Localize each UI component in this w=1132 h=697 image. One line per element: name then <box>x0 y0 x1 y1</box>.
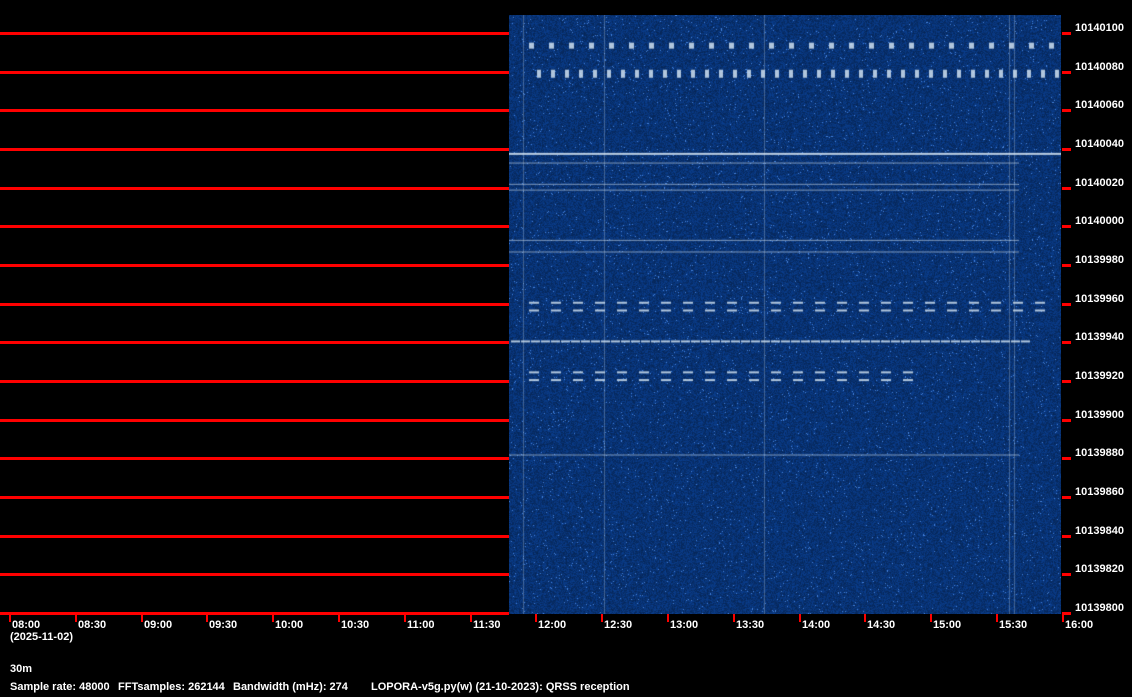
frequency-label: 10139920 <box>1075 370 1124 382</box>
frequency-label: 10140060 <box>1075 99 1124 111</box>
time-label: 09:30 <box>209 619 238 631</box>
frequency-gridline <box>0 264 509 267</box>
time-label: 15:00 <box>933 619 962 631</box>
time-label: 11:00 <box>407 619 435 631</box>
frequency-label: 10139800 <box>1075 602 1124 614</box>
time-tick <box>404 614 406 622</box>
frequency-label: 10139880 <box>1075 447 1124 459</box>
time-tick <box>864 614 866 622</box>
frequency-gridline <box>0 573 509 576</box>
time-tick <box>338 614 340 622</box>
time-tick <box>601 614 603 622</box>
date-label: (2025-11-02) <box>10 631 73 643</box>
time-label: 12:30 <box>604 619 633 631</box>
time-label: 11:30 <box>473 619 501 631</box>
frequency-label: 10139820 <box>1075 563 1124 575</box>
frequency-gridline <box>0 419 509 422</box>
frequency-label: 10139940 <box>1075 331 1124 343</box>
time-tick <box>272 614 274 622</box>
frequency-gridline <box>0 303 509 306</box>
time-tick <box>799 614 801 622</box>
time-label: 10:30 <box>341 619 370 631</box>
time-tick <box>996 614 998 622</box>
frequency-tick <box>1062 419 1071 422</box>
frequency-label: 10140000 <box>1075 215 1124 227</box>
time-label: 15:30 <box>999 619 1028 631</box>
frequency-tick <box>1062 148 1071 151</box>
frequency-tick <box>1062 109 1071 112</box>
time-label: 09:00 <box>144 619 173 631</box>
time-tick <box>733 614 735 622</box>
band-label: 30m <box>10 663 33 675</box>
time-tick <box>930 614 932 622</box>
frequency-tick <box>1062 573 1071 576</box>
time-tick <box>141 614 143 622</box>
time-tick <box>75 614 77 622</box>
time-label: 08:30 <box>78 619 107 631</box>
frequency-label: 10140080 <box>1075 61 1124 73</box>
frequency-gridline <box>0 535 509 538</box>
frequency-tick <box>1062 496 1071 499</box>
sample-rate-label: Sample rate: 48000 <box>10 681 110 693</box>
frequency-gridline <box>0 225 509 228</box>
frequency-tick <box>1062 457 1071 460</box>
time-tick <box>9 614 11 622</box>
frequency-gridline <box>0 457 509 460</box>
fft-samples-label: FFTsamples: 262144 <box>118 681 225 693</box>
frequency-label: 10139840 <box>1075 525 1124 537</box>
frequency-tick <box>1062 303 1071 306</box>
frequency-tick <box>1062 264 1071 267</box>
spectrogram-waterfall <box>509 15 1061 614</box>
time-label: 12:00 <box>538 619 567 631</box>
frequency-label: 10140100 <box>1075 22 1124 34</box>
time-tick <box>535 614 537 622</box>
time-label: 13:00 <box>670 619 699 631</box>
time-tick <box>470 614 472 622</box>
frequency-tick <box>1062 32 1071 35</box>
time-label: 08:00 <box>12 619 41 631</box>
time-label: 16:00 <box>1065 619 1094 631</box>
frequency-label: 10139860 <box>1075 486 1124 498</box>
time-label: 13:30 <box>736 619 765 631</box>
time-label: 10:00 <box>275 619 304 631</box>
frequency-tick <box>1062 225 1071 228</box>
bandwidth-label: Bandwidth (mHz): 274 <box>233 681 348 693</box>
frequency-tick <box>1062 341 1071 344</box>
frequency-gridline <box>0 109 509 112</box>
frequency-label: 10139960 <box>1075 293 1124 305</box>
frequency-label: 10140020 <box>1075 177 1124 189</box>
time-tick <box>667 614 669 622</box>
frequency-gridline <box>0 148 509 151</box>
time-tick <box>1062 614 1064 622</box>
time-label: 14:30 <box>867 619 896 631</box>
frequency-gridline <box>0 71 509 74</box>
frequency-tick <box>1062 535 1071 538</box>
frequency-label: 10140040 <box>1075 138 1124 150</box>
frequency-gridline <box>0 380 509 383</box>
frequency-tick <box>1062 187 1071 190</box>
frequency-label: 10139900 <box>1075 409 1124 421</box>
frequency-gridline <box>0 187 509 190</box>
program-label: LOPORA-v5g.py(w) (21-10-2023): QRSS rece… <box>371 681 630 693</box>
frequency-gridline <box>0 32 509 35</box>
time-label: 14:00 <box>802 619 831 631</box>
frequency-tick <box>1062 71 1071 74</box>
frequency-tick <box>1062 380 1071 383</box>
frequency-gridline <box>0 496 509 499</box>
frequency-gridline <box>0 341 509 344</box>
frequency-label: 10139980 <box>1075 254 1124 266</box>
time-tick <box>206 614 208 622</box>
